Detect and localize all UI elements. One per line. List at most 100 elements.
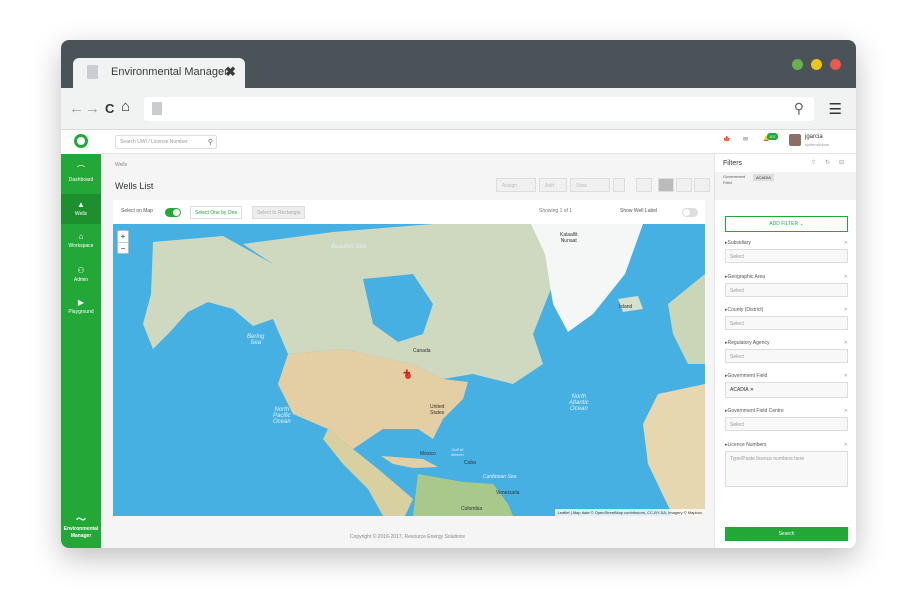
- map-label-gulf-of-mexico: Gulf of Mexico: [451, 447, 464, 457]
- window-maximize-button[interactable]: [792, 59, 803, 70]
- map-label-mexico: México: [420, 451, 436, 457]
- assign-button[interactable]: Assign: [496, 178, 536, 192]
- sidebar-item-dashboard[interactable]: ⌒ Dashboard: [61, 160, 101, 188]
- user-role: systemAdmin: [805, 142, 830, 147]
- filter-county: County (District) ✕ Select: [725, 307, 848, 330]
- forward-arrow-icon[interactable]: →: [85, 100, 100, 117]
- search-icon[interactable]: ⚲: [208, 138, 213, 146]
- more-options-icon[interactable]: [613, 178, 625, 192]
- show-well-label-toggle[interactable]: [682, 208, 698, 217]
- browser-tab[interactable]: Environmental Manager ✖: [73, 58, 245, 88]
- export-icon[interactable]: [636, 178, 652, 192]
- grid-view-icon[interactable]: [676, 178, 692, 192]
- government-field-centre-select[interactable]: Select: [725, 417, 848, 431]
- mail-icon[interactable]: ✉: [743, 136, 748, 143]
- select-one-by-one-button[interactable]: Select One by One: [190, 206, 243, 219]
- map-label-bering-sea: Bering Sea: [247, 334, 265, 346]
- map-view-icon[interactable]: [658, 178, 674, 192]
- search-button[interactable]: Search: [725, 527, 848, 541]
- window-minimize-button[interactable]: [811, 59, 822, 70]
- regulatory-agency-select[interactable]: Select: [725, 349, 848, 363]
- sidebar-item-label: Dashboard: [68, 177, 94, 183]
- address-bar[interactable]: ⚲: [144, 97, 814, 121]
- licence-numbers-textarea[interactable]: Type/Paste licence numbers here: [725, 451, 848, 487]
- sidebar-brand: 〜 Environmental Manager: [61, 515, 101, 540]
- filter-collapse-icon[interactable]: ⊟: [839, 159, 844, 166]
- well-icon: ▲: [77, 200, 85, 209]
- breadcrumb[interactable]: Wells: [115, 162, 127, 168]
- avatar[interactable]: [789, 134, 801, 146]
- filter-label: County (District): [725, 307, 848, 316]
- brand-leaf-icon: 〜: [76, 515, 86, 526]
- uwi-search-input[interactable]: Search UWI / License Number ⚲: [115, 135, 217, 149]
- map-zoom-control: + −: [117, 230, 129, 254]
- filter-reset-icon[interactable]: ↻: [825, 159, 830, 166]
- map-label-north-atlantic: North Atlantic Ocean: [569, 394, 589, 412]
- map-label-venezuela: Venezuela: [496, 490, 520, 496]
- wells-map[interactable]: + − Canada United States México Cuba Ven…: [113, 224, 705, 516]
- filter-subsidiary: Subsidiary ✕ Select: [725, 240, 848, 263]
- show-well-label-text: Show Well Label: [620, 208, 658, 214]
- users-icon: ⚇: [77, 266, 85, 275]
- filters-header: Filters ⇧ ↻ ⊟: [715, 154, 856, 172]
- chip-value[interactable]: ACADIA: [753, 174, 774, 181]
- sidebar-item-admin[interactable]: ⚇ Admin: [61, 264, 101, 292]
- view-button[interactable]: View: [570, 178, 610, 192]
- filter-regulatory-agency: Regulatory Agency ✕ Select: [725, 340, 848, 363]
- select-rectangle-button[interactable]: Select In Rectangle: [252, 206, 306, 219]
- map-attribution[interactable]: Leaflet | Map data © OpenStreetMap contr…: [554, 509, 705, 516]
- map-toolbar: Select on Map Select One by One Select I…: [113, 200, 705, 224]
- app-logo[interactable]: [61, 130, 101, 154]
- remove-filter-icon[interactable]: ✕: [844, 408, 848, 414]
- zoom-out-button[interactable]: −: [118, 243, 128, 254]
- add-filter-button[interactable]: ADD FILTER ⌄: [725, 216, 848, 232]
- filter-label: Government Field: [725, 373, 848, 382]
- remove-filter-icon[interactable]: ✕: [844, 240, 848, 246]
- remove-filter-icon[interactable]: ✕: [844, 373, 848, 379]
- filter-government-field-centre: Government Field Centre ✕ Select: [725, 408, 848, 431]
- sidebar-item-label: Wells: [74, 211, 88, 217]
- footer-copyright: Copyright © 2016-2017, Resource Energy S…: [349, 534, 466, 540]
- canada-flag-icon[interactable]: 🍁: [723, 136, 730, 143]
- window-close-button[interactable]: [830, 59, 841, 70]
- reload-icon[interactable]: C: [105, 101, 114, 116]
- select-on-map-toggle[interactable]: [165, 208, 181, 217]
- home-icon: ⌂: [78, 232, 84, 241]
- logo-ring-icon: [74, 134, 88, 148]
- sidebar-item-workspace[interactable]: ⌂ Workspace: [61, 230, 101, 258]
- home-icon[interactable]: ⌂: [121, 98, 130, 115]
- subsidiary-select[interactable]: Select: [725, 249, 848, 263]
- well-marker-icon[interactable]: ✚: [403, 368, 411, 379]
- remove-filter-icon[interactable]: ✕: [844, 442, 848, 448]
- remove-filter-icon[interactable]: ✕: [844, 307, 848, 313]
- geographic-area-select[interactable]: Select: [725, 283, 848, 297]
- notification-badge: 107: [767, 133, 778, 140]
- map-label-canada: Canada: [413, 348, 431, 354]
- showing-count: Showing 1 of 1: [539, 208, 573, 214]
- sidebar-item-playground[interactable]: ▶ Playground: [61, 296, 101, 324]
- back-arrow-icon[interactable]: ←: [69, 100, 84, 117]
- government-field-select[interactable]: ACADIA ✕: [725, 382, 848, 398]
- filter-label: Geographic Area: [725, 274, 848, 283]
- app-area: ⌒ Dashboard ▲ Wells ⌂ Workspace ⚇ Admin …: [61, 130, 856, 548]
- list-view-icon[interactable]: [694, 178, 710, 192]
- remove-filter-icon[interactable]: ✕: [844, 340, 848, 346]
- hamburger-menu-icon[interactable]: ☰: [829, 100, 842, 118]
- tab-title: Environmental Manager: [111, 66, 228, 78]
- add-button[interactable]: Add: [539, 178, 567, 192]
- filter-save-icon[interactable]: ⇧: [811, 159, 816, 166]
- sidebar-item-wells[interactable]: ▲ Wells: [61, 194, 101, 224]
- close-tab-icon[interactable]: ✖: [225, 64, 236, 80]
- zoom-in-button[interactable]: +: [118, 231, 128, 243]
- county-select[interactable]: Select: [725, 316, 848, 330]
- user-name[interactable]: jgarcia: [805, 134, 823, 140]
- brand-line-2: Manager: [70, 533, 92, 539]
- map-label-colombia: Colombia: [461, 506, 483, 512]
- chip-label: Government Field: [723, 174, 746, 185]
- browser-toolbar: ← → C ⌂ ⚲ ☰: [61, 88, 856, 130]
- remove-filter-icon[interactable]: ✕: [844, 274, 848, 280]
- play-icon: ▶: [77, 298, 85, 307]
- search-icon[interactable]: ⚲: [794, 100, 804, 117]
- top-header: Search UWI / License Number ⚲ 🍁 ✉ 🔔 107 …: [101, 130, 856, 154]
- brand-line-1: Environmental: [63, 526, 99, 532]
